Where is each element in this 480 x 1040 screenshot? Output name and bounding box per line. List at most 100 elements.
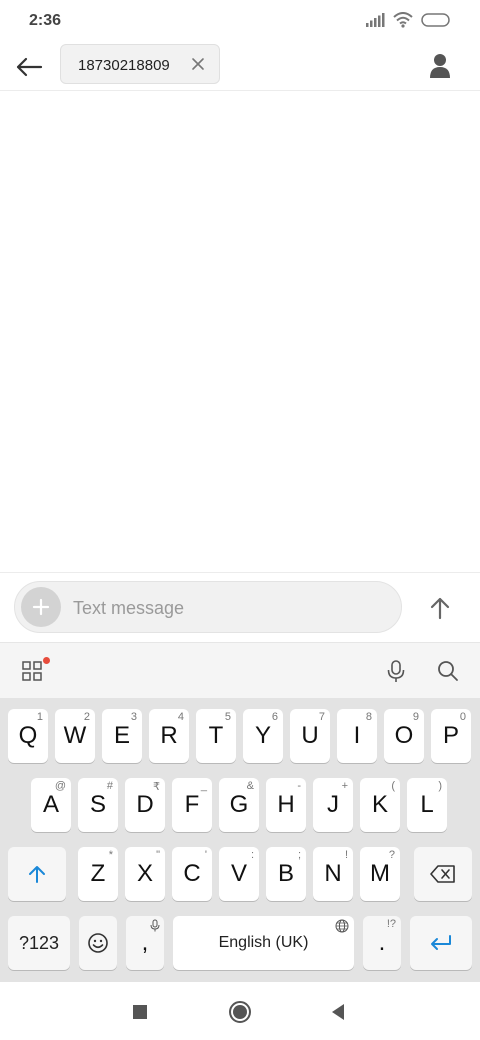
key-p[interactable]: P0 — [431, 709, 471, 763]
backspace-key[interactable] — [414, 847, 472, 901]
key-label: V — [230, 860, 247, 887]
key-s[interactable]: S # — [78, 778, 118, 832]
key-hint: ; — [297, 849, 301, 861]
key-label: W — [63, 722, 87, 749]
key-hint: ' — [204, 849, 207, 861]
key-hint: * — [108, 849, 113, 861]
circle-icon — [229, 1001, 251, 1023]
key-hint: 1 — [36, 711, 43, 723]
key-u[interactable]: U7 — [290, 709, 330, 763]
key-h[interactable]: H- — [266, 778, 306, 832]
keyboard-search-button[interactable] — [434, 657, 462, 685]
key-z[interactable]: Z * — [78, 847, 118, 901]
close-icon[interactable] — [189, 55, 207, 73]
period-key[interactable]: . !? — [363, 916, 401, 970]
apps-button[interactable] — [18, 657, 50, 685]
recipient-chip[interactable]: 18730218809 — [60, 44, 220, 84]
voice-input-button[interactable] — [382, 657, 410, 685]
key-hint: 6 — [271, 711, 278, 723]
key-d[interactable]: D ₹ — [125, 778, 165, 832]
key-j[interactable]: J + — [313, 778, 353, 832]
key-hint: @ — [54, 780, 66, 792]
emoji-icon — [88, 933, 108, 953]
key-label: F — [184, 791, 200, 818]
message-input[interactable] — [71, 590, 395, 626]
key-r[interactable]: R4 — [149, 709, 189, 763]
conversation-header: 18730218809 — [0, 42, 480, 91]
status-icons — [365, 12, 451, 28]
space-key-label: English (UK) — [218, 934, 309, 951]
key-hint: 2 — [83, 711, 90, 723]
nav-home-button[interactable] — [225, 997, 255, 1027]
signal-icon — [366, 13, 385, 27]
shift-key[interactable] — [8, 847, 66, 901]
plus-icon — [32, 598, 50, 616]
key-hint: _ — [200, 780, 207, 792]
key-x[interactable]: X " — [125, 847, 165, 901]
period-key-label: . — [378, 929, 386, 956]
person-icon — [430, 54, 450, 78]
key-n[interactable]: N! — [313, 847, 353, 901]
key-label: K — [371, 791, 388, 818]
key-label: P — [442, 722, 459, 749]
key-i[interactable]: I8 — [337, 709, 377, 763]
key-k[interactable]: K( — [360, 778, 400, 832]
key-label: O — [394, 722, 414, 749]
compose-field — [14, 581, 402, 633]
key-g[interactable]: G & — [219, 778, 259, 832]
send-button[interactable] — [420, 588, 460, 628]
key-b[interactable]: B; — [266, 847, 306, 901]
key-o[interactable]: O9 — [384, 709, 424, 763]
battery-icon — [421, 13, 450, 27]
key-w[interactable]: W2 — [55, 709, 95, 763]
emoji-key[interactable] — [79, 916, 117, 970]
shift-arrow-icon — [29, 866, 45, 883]
key-label: J — [327, 791, 339, 818]
key-label: C — [183, 860, 201, 887]
status-bar: 2:36 — [0, 0, 480, 42]
key-label: X — [136, 860, 153, 887]
key-hint: " — [156, 849, 160, 861]
key-hint: & — [246, 780, 254, 792]
key-q[interactable]: Q1 — [8, 709, 48, 763]
enter-key[interactable] — [410, 916, 472, 970]
contact-button[interactable] — [422, 48, 458, 84]
key-hint: ! — [344, 849, 348, 861]
key-hint: 5 — [224, 711, 231, 723]
key-y[interactable]: Y6 — [243, 709, 283, 763]
nav-back-button[interactable] — [323, 997, 353, 1027]
key-label: R — [160, 722, 178, 749]
recipient-number: 18730218809 — [78, 57, 170, 74]
key-label: Z — [90, 860, 106, 887]
symbols-key-label: ?123 — [18, 932, 60, 953]
key-f[interactable]: F _ — [172, 778, 212, 832]
comma-key-label: , — [141, 929, 149, 956]
key-c[interactable]: C ' — [172, 847, 212, 901]
key-a[interactable]: A @ — [31, 778, 71, 832]
compose-bar — [0, 572, 480, 643]
symbols-key[interactable]: ?123 — [8, 916, 70, 970]
space-key[interactable]: English (UK) — [173, 916, 354, 970]
keyboard-toolbar — [0, 642, 480, 699]
backspace-icon — [430, 865, 455, 883]
enter-icon — [431, 935, 451, 950]
key-hint: ? — [388, 849, 395, 861]
key-hint: 7 — [318, 711, 325, 723]
nav-recents-button[interactable] — [125, 997, 155, 1027]
back-button[interactable] — [12, 50, 46, 84]
comma-key[interactable]: , — [126, 916, 164, 970]
key-e[interactable]: E3 — [102, 709, 142, 763]
key-label: H — [277, 791, 295, 818]
attach-button[interactable] — [21, 587, 61, 627]
square-icon — [133, 1005, 147, 1019]
key-label: S — [89, 791, 106, 818]
grid-icon — [22, 661, 42, 681]
key-v[interactable]: V: — [219, 847, 259, 901]
key-t[interactable]: T5 — [196, 709, 236, 763]
key-m[interactable]: M? — [360, 847, 400, 901]
keyboard: Q1W2E3R4T5Y6U7I8O9P0 A @ S # D ₹ F _ G & H - J + K(L) … — [0, 698, 480, 982]
key-label: M — [370, 860, 390, 887]
key-hint: : — [250, 849, 254, 861]
key-hint: 4 — [177, 711, 184, 723]
key-l[interactable]: L) — [407, 778, 447, 832]
